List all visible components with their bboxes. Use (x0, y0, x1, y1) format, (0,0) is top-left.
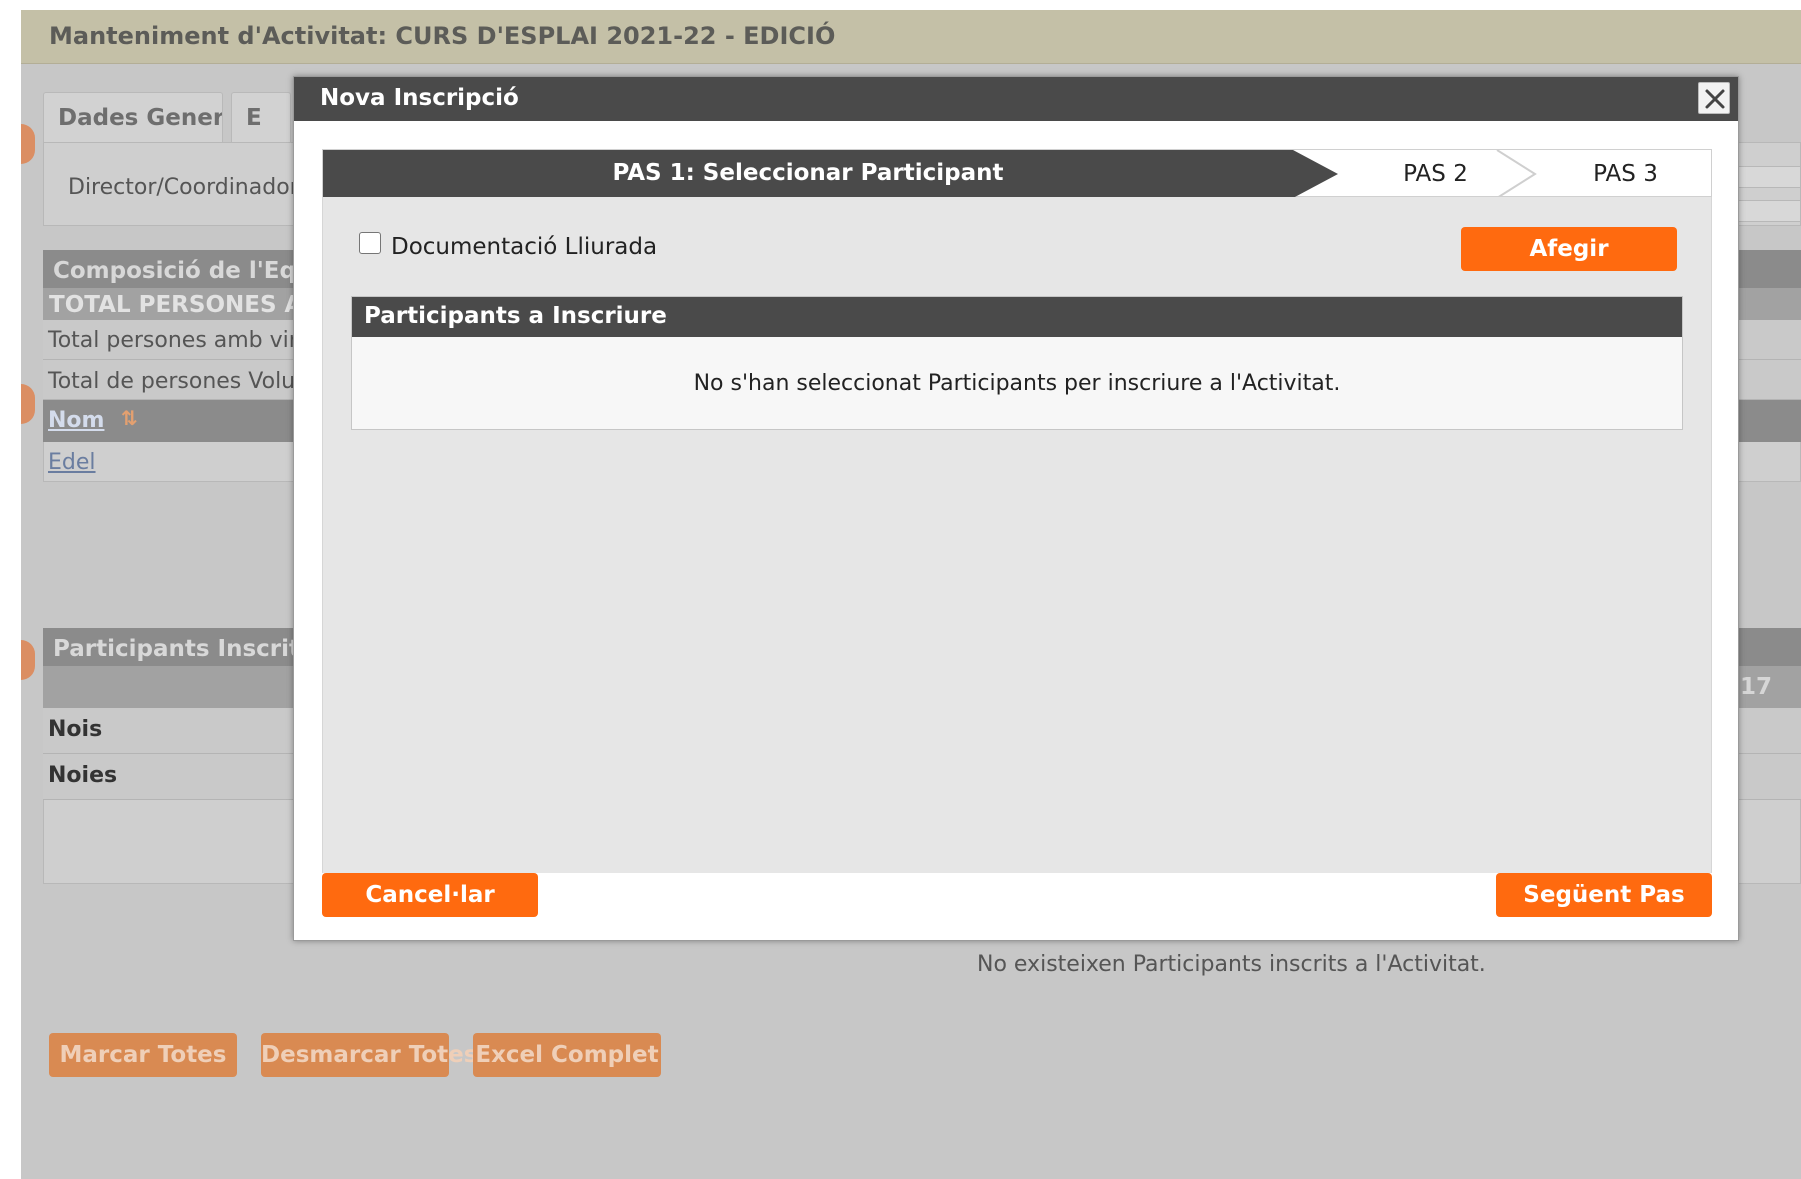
close-button[interactable] (1698, 82, 1730, 114)
next-step-button[interactable]: Següent Pas (1496, 873, 1712, 917)
step-1-label: PAS 1: Seleccionar Participant (612, 160, 1004, 186)
excel-button[interactable]: Excel Complet (473, 1033, 661, 1077)
modal-title: Nova Inscripció (320, 85, 519, 111)
step-3-label: PAS 3 (1593, 161, 1658, 187)
tab-dades-generals[interactable]: Dades Generals (43, 92, 223, 142)
total-row-1-label: Total persones amb vinc (48, 328, 315, 353)
member-link[interactable]: Edel (48, 450, 96, 475)
boys-label: Nois (48, 717, 103, 742)
documentation-checkbox-label[interactable]: Documentació Lliurada (391, 234, 657, 260)
girls-label: Noies (48, 763, 118, 788)
wizard-steps: PAS 1: Seleccionar Participant PAS 2 PAS… (322, 149, 1712, 198)
documentation-checkbox[interactable] (359, 232, 381, 254)
no-participants-message: No existeixen Participants inscrits a l'… (977, 952, 1486, 977)
total-header: TOTAL PERSONES A I (49, 292, 319, 318)
tab-second[interactable]: E (231, 92, 291, 142)
add-button[interactable]: Afegir (1461, 227, 1677, 271)
participants-to-register-panel: Participants a Inscriure No s'han selecc… (351, 296, 1683, 430)
name-column-sort-link[interactable]: Nom (48, 408, 104, 433)
modal-titlebar[interactable]: Nova Inscripció (294, 77, 1738, 121)
page-header: Manteniment d'Activitat: CURS D'ESPLAI 2… (21, 10, 1801, 64)
close-icon (1705, 89, 1725, 109)
unmark-all-button[interactable]: Desmarcar Totes (261, 1033, 477, 1077)
panel-empty-message: No s'han seleccionat Participants per in… (693, 371, 1341, 396)
chevron-right-icon (1496, 150, 1537, 198)
column-number-fragment: 17 (1740, 674, 1773, 700)
new-registration-modal: Nova Inscripció PAS 1: Seleccionar Parti… (293, 76, 1739, 941)
panel-header: Participants a Inscriure (352, 297, 1682, 337)
participants-section-title: Participants Inscrits (53, 636, 314, 662)
sort-arrow-icon[interactable]: ⇅ (121, 406, 138, 430)
panel-title: Participants a Inscriure (364, 303, 667, 329)
team-section-title: Composició de l'Equi (53, 258, 321, 284)
page-title: Manteniment d'Activitat: CURS D'ESPLAI 2… (49, 22, 836, 50)
modal-body: Documentació Lliurada Afegir Participant… (322, 197, 1712, 873)
mark-all-button[interactable]: Marcar Totes (49, 1033, 237, 1077)
director-label: Director/Coordinador (68, 175, 299, 200)
total-row-2-label: Total de persones Volun (48, 369, 310, 394)
cancel-button[interactable]: Cancel·lar (322, 873, 538, 917)
step-1-active: PAS 1: Seleccionar Participant (323, 150, 1338, 198)
